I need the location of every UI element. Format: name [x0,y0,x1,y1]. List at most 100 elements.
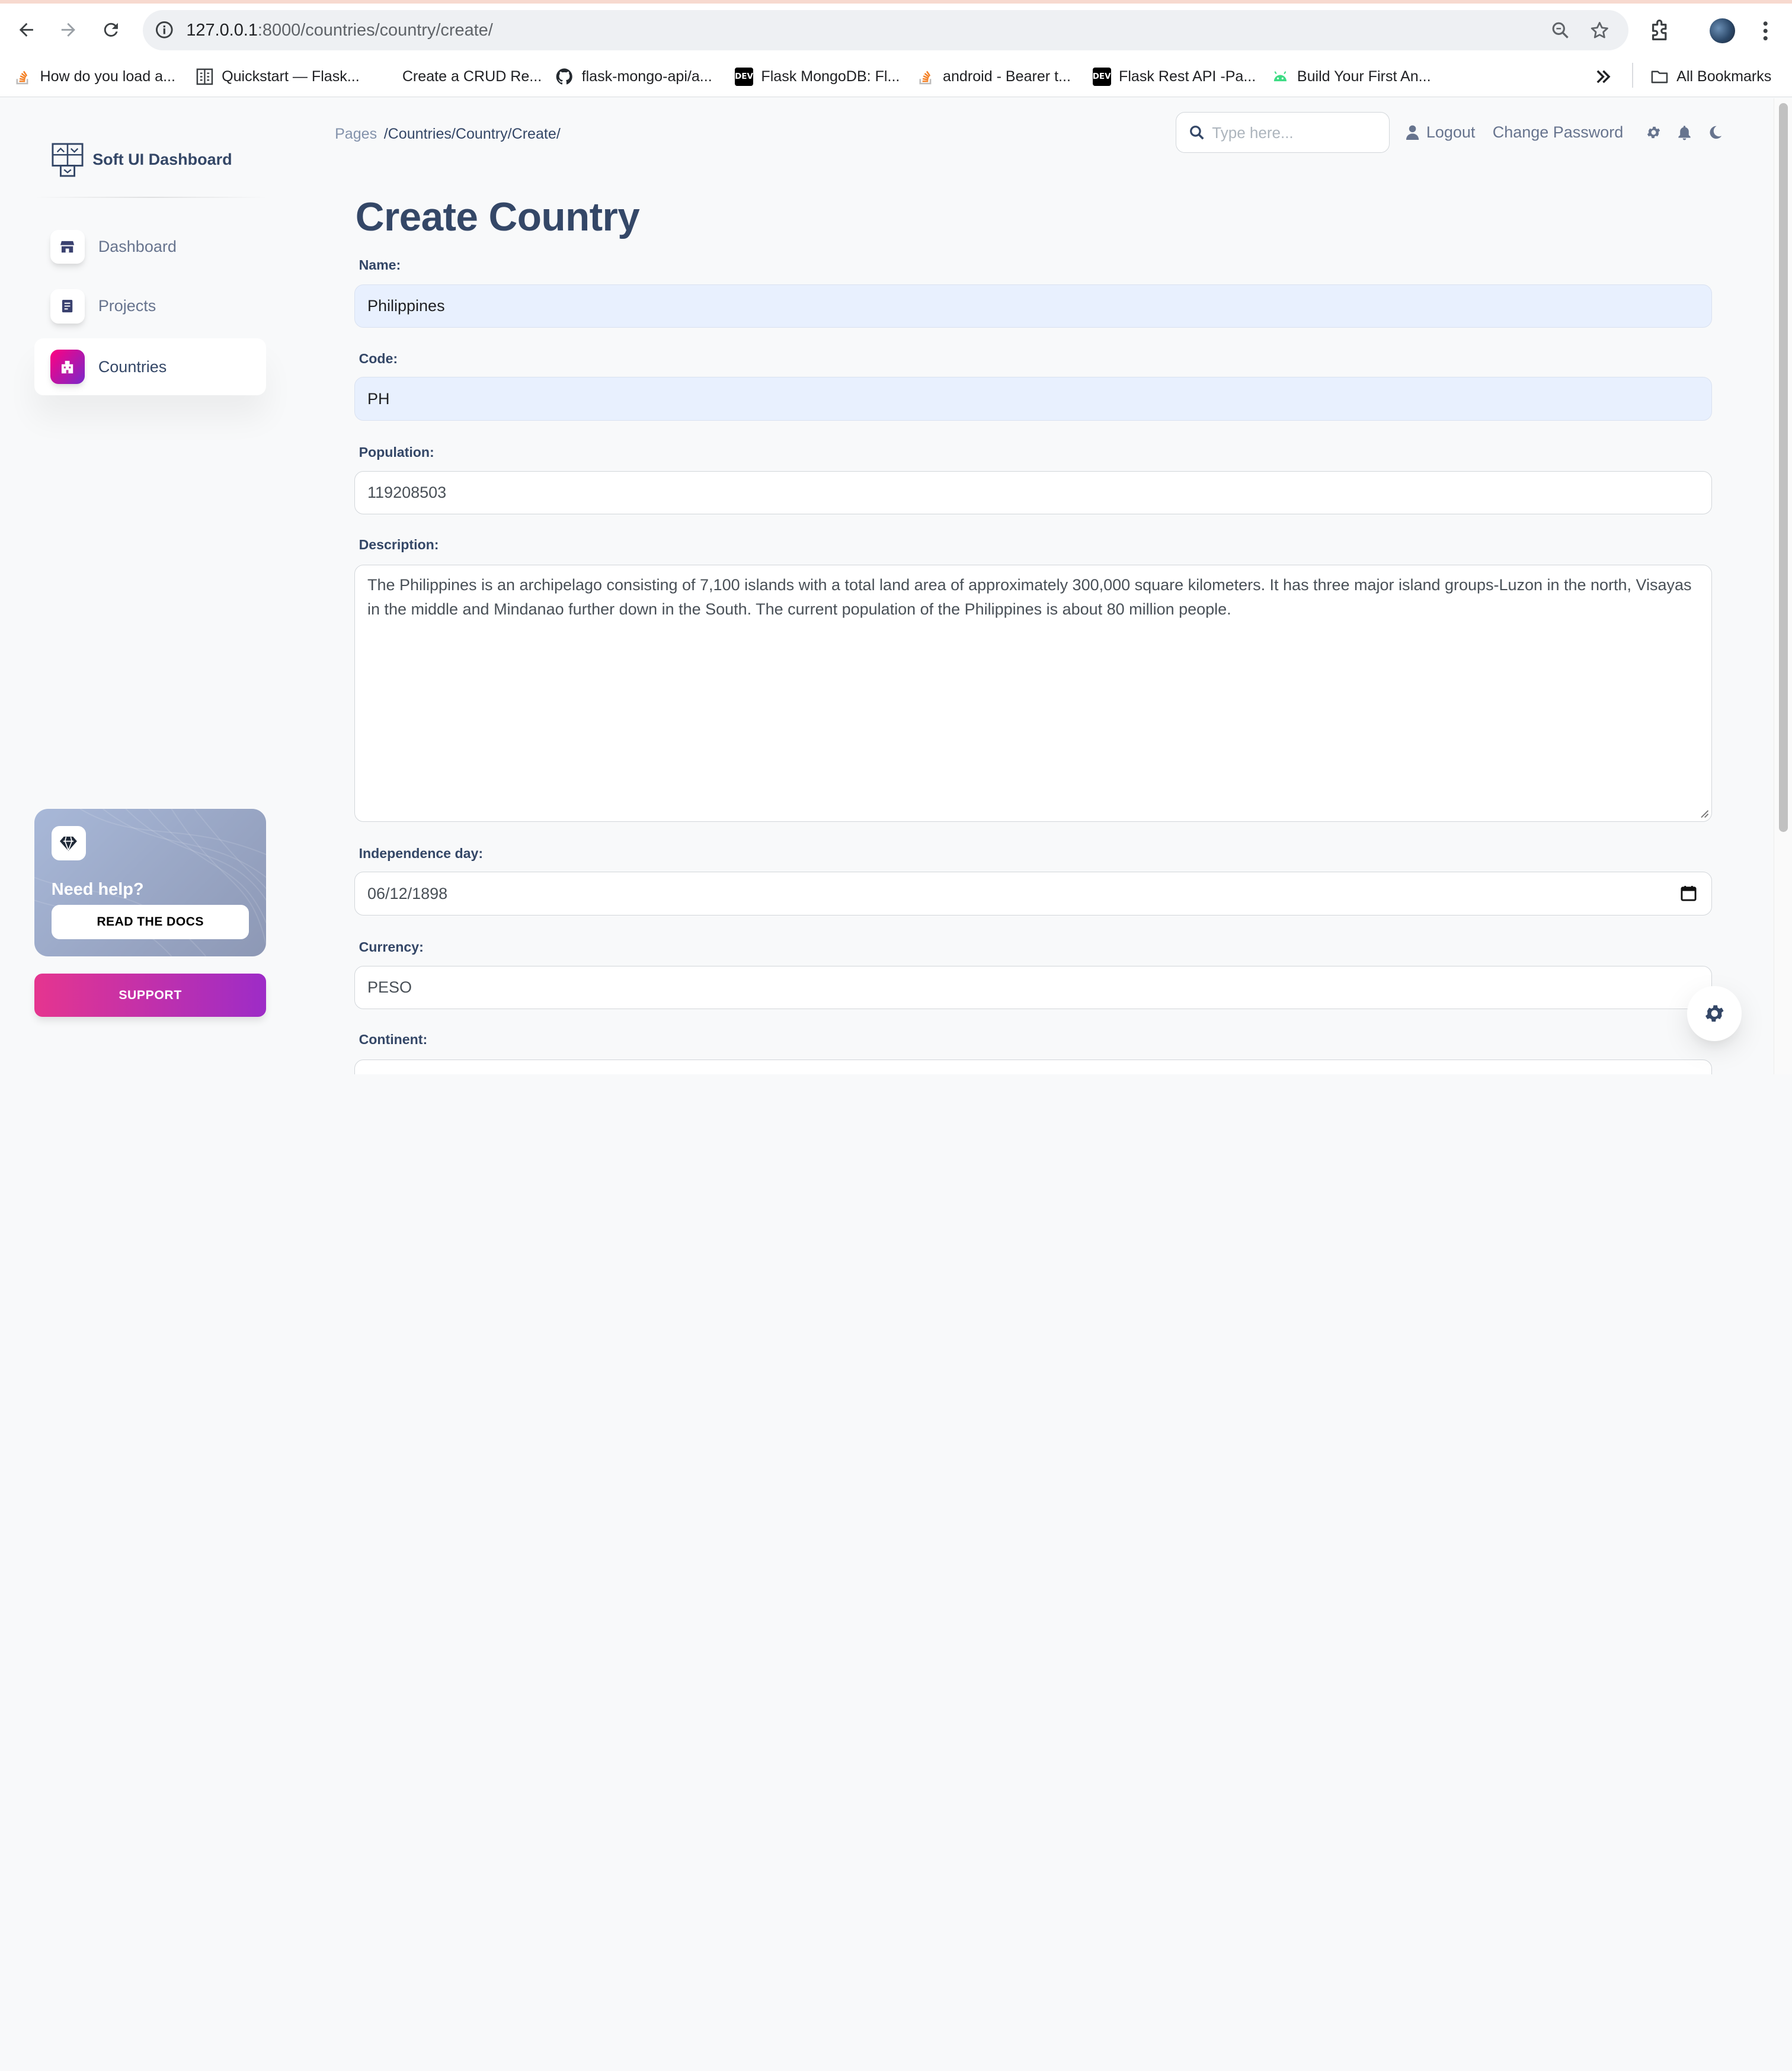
android-icon [1271,68,1289,86]
population-value: 119208503 [367,483,447,501]
population-field[interactable]: 119208503 [354,470,1712,514]
brand-logo-icon [52,143,84,177]
name-value: Philippines [367,297,445,315]
currency-value: PESO [367,978,412,996]
search-box [1176,111,1390,153]
bookmark-label: Quickstart — Flask... [222,68,360,85]
independence-day-label: Independence day: [359,846,484,862]
extensions-icon[interactable] [1647,18,1672,43]
code-value: PH [367,389,390,408]
profile-avatar[interactable] [1710,18,1735,44]
sidebar-item-projects[interactable]: Projects [34,278,266,335]
bookmark-star-icon[interactable] [1589,20,1611,41]
dev-badge: DEV [735,67,753,86]
bell-icon[interactable] [1676,124,1692,140]
bookmarks-bar: How do you load a... Quickstart — Flask.… [0,55,1792,97]
folder-icon [1650,68,1669,86]
shop-icon [50,229,85,264]
blank-icon [376,68,394,86]
all-bookmarks-label: All Bookmarks [1676,68,1772,85]
sidebar-item-countries[interactable]: Countries [34,338,267,396]
reload-button[interactable] [95,14,127,46]
change-password-link[interactable]: Change Password [1493,123,1624,142]
bookmarks-separator [1631,63,1633,88]
bookmark-label: Flask Rest API -Pa... [1119,68,1256,85]
scrollbar-thumb[interactable] [1778,103,1788,832]
calendar-icon[interactable] [1681,885,1697,901]
more-bookmarks-button[interactable] [1594,66,1612,87]
name-field[interactable]: Philippines [354,284,1712,328]
description-textarea[interactable]: The Philippines is an archipelago consis… [354,564,1712,822]
change-password-label: Change Password [1492,123,1624,142]
logout-link[interactable]: Logout [1406,123,1475,142]
resize-handle-icon[interactable] [1700,809,1709,818]
description-value: The Philippines is an archipelago consis… [367,576,1692,618]
dev-icon: DEV [1092,67,1111,86]
bookmark-label: How do you load a... [40,68,175,85]
brand-name: Soft UI Dashboard [92,151,232,169]
url-text[interactable]: 127.0.0.1:8000/countries/country/create/ [186,21,492,40]
url-path: :8000/countries/country/create/ [257,20,493,40]
search-input[interactable] [1212,121,1384,145]
address-bar[interactable]: 127.0.0.1:8000/countries/country/create/ [143,10,1629,50]
diamond-icon [51,826,86,861]
currency-label: Currency: [359,939,424,955]
url-host: 127.0.0.1 [186,20,258,40]
independence-day-field[interactable]: 06/12/1898 [354,872,1712,916]
bookmark-item[interactable]: Quickstart — Flask... [196,66,360,87]
name-label: Name: [359,257,401,273]
support-button[interactable]: SUPPORT [34,974,267,1017]
currency-field[interactable]: PESO [354,965,1712,1009]
continent-label: Continent: [359,1032,428,1048]
arrow-right-icon [62,23,76,37]
stackoverflow-icon [14,68,32,86]
gear-icon [1705,1005,1724,1022]
moon-icon[interactable] [1707,124,1723,140]
independence-day-value: 06/12/1898 [367,884,448,902]
help-card: Need help? READ THE DOCS [34,809,267,957]
all-bookmarks-button[interactable]: All Bookmarks [1650,66,1772,87]
more-vertical-icon[interactable] [1753,18,1778,43]
configurator-button[interactable] [1687,986,1742,1041]
population-label: Population: [359,444,434,460]
site-info-icon[interactable] [153,18,176,41]
browser-toolbar: 127.0.0.1:8000/countries/country/create/ [0,3,1792,55]
reload-icon [104,23,118,37]
description-label: Description: [359,537,439,553]
bookmark-item[interactable]: flask-mongo-api/a... [555,66,712,87]
bookmark-item[interactable]: android - Bearer t... [917,66,1071,87]
sidebar-divider [34,196,268,198]
bookmark-label: flask-mongo-api/a... [581,68,712,85]
bookmark-label: Create a CRUD Re... [402,68,542,85]
gear-icon[interactable] [1646,124,1662,140]
office-icon [50,350,85,384]
user-icon [1406,125,1419,140]
bookmark-label: android - Bearer t... [943,68,1071,85]
arrow-left-icon [19,23,33,37]
breadcrumb: Pages/Countries/Country/Create/ [335,126,561,143]
page-scrollbar[interactable] [1774,98,1792,1074]
brand[interactable]: Soft UI Dashboard [52,142,232,178]
double-chevron-right-icon [1596,70,1611,84]
sidebar-item-dashboard[interactable]: Dashboard [34,218,266,275]
code-field[interactable]: PH [354,377,1712,421]
back-button[interactable] [10,14,42,46]
bookmark-item[interactable]: DEV Flask MongoDB: Fl... [735,66,900,87]
continent-field[interactable] [354,1059,1712,1074]
dev-badge: DEV [1092,67,1111,86]
bookmark-item[interactable]: How do you load a... [14,66,175,87]
zoom-icon[interactable] [1550,20,1572,41]
read-docs-button[interactable]: READ THE DOCS [51,905,249,940]
bookmark-item[interactable]: Build Your First An... [1271,66,1431,87]
page-title: Create Country [355,194,640,239]
bookmark-item[interactable]: DEV Flask Rest API -Pa... [1092,66,1256,87]
breadcrumb-current: /Countries/Country/Create/ [383,126,561,143]
breadcrumb-root[interactable]: Pages [335,126,377,142]
forward-button[interactable] [53,14,85,46]
bookmark-item[interactable]: Create a CRUD Re... [376,66,542,87]
help-title: Need help? [51,879,144,899]
page-content: Soft UI Dashboard Dashboard Projects Cou… [0,98,1774,1074]
code-label: Code: [359,351,398,367]
bookmark-label: Flask MongoDB: Fl... [761,68,900,85]
dev-icon: DEV [735,67,753,86]
